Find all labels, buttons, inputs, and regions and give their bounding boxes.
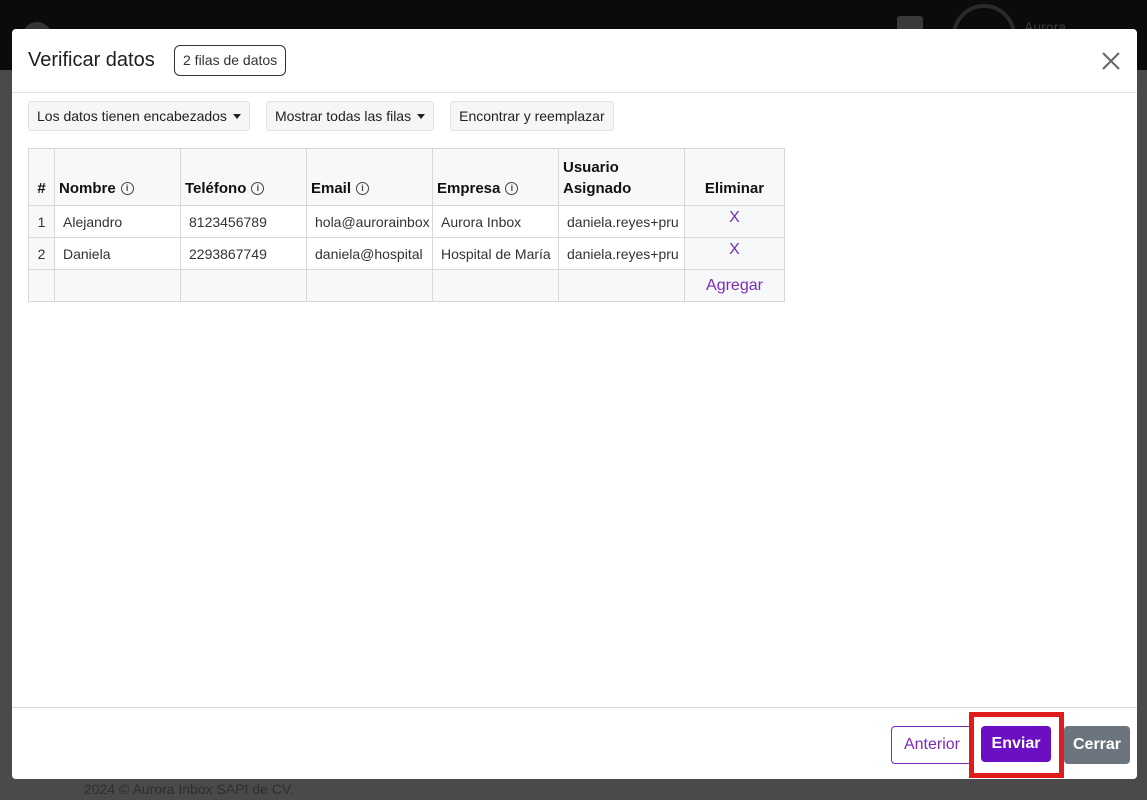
- caret-down-icon: [232, 113, 241, 119]
- rows-filter-label: Mostrar todas las filas: [274, 108, 412, 124]
- close-button[interactable]: Cerrar: [1064, 726, 1130, 764]
- header-nombre[interactable]: Nombre i: [54, 148, 181, 206]
- header-usuario-line1: Usuario: [563, 159, 619, 176]
- cell-nombre[interactable]: Daniela: [54, 237, 181, 270]
- add-row-button[interactable]: Agregar: [706, 277, 763, 294]
- header-telefono-label: Teléfono: [185, 180, 247, 197]
- cell-email[interactable]: daniela@hospital: [306, 237, 433, 270]
- rows-count-badge: 2 filas de datos: [174, 45, 287, 76]
- info-icon[interactable]: i: [120, 182, 134, 195]
- header-index: #: [28, 148, 55, 206]
- cell-usuario[interactable]: daniela.reyes+pru: [558, 205, 685, 238]
- add-row: Agregar: [28, 269, 785, 302]
- delete-row-button[interactable]: X: [729, 209, 740, 227]
- data-table: # Nombre i Teléfono i Email i Empresa i Usua…: [28, 148, 785, 302]
- caret-down-icon: [417, 113, 426, 119]
- find-replace-label: Encontrar y reemplazar: [459, 108, 605, 124]
- cell-telefono[interactable]: 2293867749: [180, 237, 307, 270]
- headers-dropdown[interactable]: Los datos tienen encabezados: [28, 101, 250, 131]
- close-icon[interactable]: [1099, 49, 1123, 73]
- add-cell: Agregar: [684, 269, 785, 302]
- empty-cell: [558, 269, 685, 302]
- delete-cell: X: [684, 237, 785, 270]
- table-row: 2 Daniela 2293867749 daniela@hospital Ho…: [28, 237, 785, 270]
- table-header-row: # Nombre i Teléfono i Email i Empresa i Usua…: [28, 148, 785, 206]
- header-empresa-label: Empresa: [437, 180, 501, 197]
- cell-telefono[interactable]: 8123456789: [180, 205, 307, 238]
- cell-usuario[interactable]: daniela.reyes+pru: [558, 237, 685, 270]
- rows-filter-dropdown[interactable]: Mostrar todas las filas: [265, 101, 435, 131]
- empty-cell: [432, 269, 559, 302]
- empty-cell: [306, 269, 433, 302]
- header-usuario-line2: Asignado: [563, 180, 632, 197]
- verify-data-modal: Verificar datos 2 filas de datos Los dat…: [12, 29, 1137, 779]
- row-index-empty: [28, 269, 55, 302]
- header-nombre-label: Nombre: [59, 180, 116, 197]
- send-button[interactable]: Enviar: [981, 726, 1051, 762]
- previous-button[interactable]: Anterior: [891, 726, 973, 764]
- page-footer: 2024 © Aurora Inbox SAPI de CV.: [84, 781, 294, 797]
- header-email-label: Email: [311, 180, 352, 197]
- empty-cell: [54, 269, 181, 302]
- table-row: 1 Alejandro 8123456789 hola@aurorainbox …: [28, 205, 785, 238]
- delete-row-button[interactable]: X: [729, 241, 740, 259]
- modal-title: Verificar datos: [28, 49, 155, 71]
- delete-cell: X: [684, 205, 785, 238]
- info-icon[interactable]: i: [251, 182, 265, 195]
- header-eliminar: Eliminar: [684, 148, 785, 206]
- cell-nombre[interactable]: Alejandro: [54, 205, 181, 238]
- header-empresa[interactable]: Empresa i: [432, 148, 559, 206]
- cell-empresa[interactable]: Aurora Inbox: [432, 205, 559, 238]
- info-icon[interactable]: i: [356, 182, 370, 195]
- cell-empresa[interactable]: Hospital de María: [432, 237, 559, 270]
- empty-cell: [180, 269, 307, 302]
- find-replace-button[interactable]: Encontrar y reemplazar: [450, 101, 614, 131]
- header-telefono[interactable]: Teléfono i: [180, 148, 307, 206]
- toolbar: Los datos tienen encabezados Mostrar tod…: [28, 101, 614, 131]
- info-icon[interactable]: i: [505, 182, 519, 195]
- modal-footer: Anterior Enviar Cerrar: [12, 707, 1137, 779]
- header-usuario-asignado[interactable]: Usuario Asignado: [558, 148, 685, 206]
- header-email[interactable]: Email i: [306, 148, 433, 206]
- headers-dropdown-label: Los datos tienen encabezados: [37, 108, 227, 124]
- cell-email[interactable]: hola@aurorainbox: [306, 205, 433, 238]
- row-index: 1: [28, 205, 55, 238]
- row-index: 2: [28, 237, 55, 270]
- modal-header: Verificar datos 2 filas de datos: [12, 29, 1137, 93]
